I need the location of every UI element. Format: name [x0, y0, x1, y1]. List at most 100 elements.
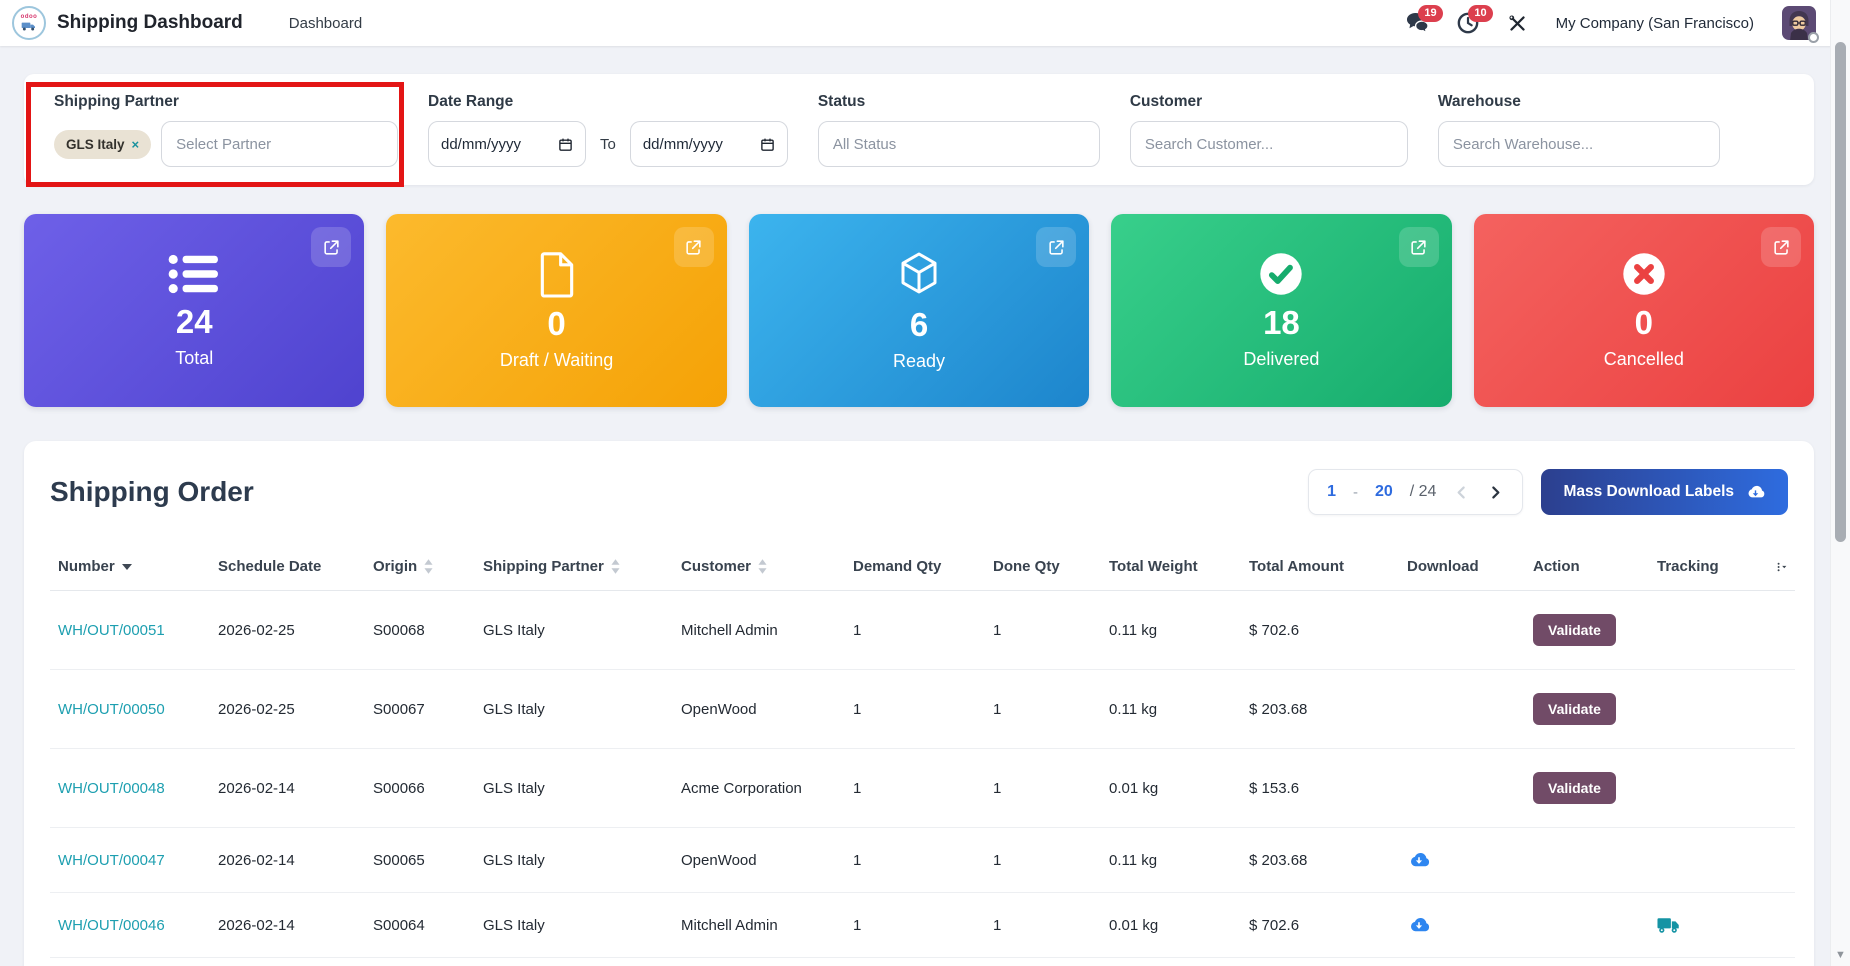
file-icon: [535, 250, 579, 298]
cell-action: [1525, 893, 1649, 958]
order-link[interactable]: WH/OUT/00046: [58, 917, 165, 934]
partner-tag[interactable]: GLS Italy ×: [54, 130, 151, 159]
stat-card-draft-waiting[interactable]: 0 Draft / Waiting: [386, 214, 726, 407]
sort-icon: [758, 559, 767, 574]
cell-customer: Acme Corporation: [673, 749, 845, 828]
column-header-download[interactable]: Download: [1399, 543, 1525, 591]
cell-options: [1761, 958, 1795, 966]
pagination-end[interactable]: 20: [1375, 483, 1393, 501]
cell-done-qty: 1: [985, 828, 1101, 893]
cell-schedule-date: 2026-02-14: [210, 828, 365, 893]
cell-origin: S00066: [365, 749, 475, 828]
open-external-button[interactable]: [311, 227, 351, 267]
user-avatar[interactable]: [1782, 6, 1816, 40]
cube-icon: [895, 249, 943, 299]
partner-tag-remove-icon[interactable]: ×: [132, 137, 140, 152]
stat-card-ready[interactable]: 6 Ready: [749, 214, 1089, 407]
validate-button[interactable]: Validate: [1533, 772, 1616, 804]
external-link-icon: [1047, 238, 1066, 257]
date-from-input[interactable]: dd/mm/yyyy: [428, 121, 586, 167]
order-link[interactable]: WH/OUT/00048: [58, 780, 165, 797]
cell-shipping-partner: GLS Italy: [475, 670, 673, 749]
pagination-next-button[interactable]: [1487, 484, 1504, 501]
cell-options: [1761, 828, 1795, 893]
date-to-input[interactable]: dd/mm/yyyy: [630, 121, 788, 167]
app-title: Shipping Dashboard: [57, 12, 243, 34]
pagination-start[interactable]: 1: [1327, 483, 1336, 501]
table-row: WH/OUT/00048 2026-02-14 S00066 GLS Italy…: [50, 749, 1795, 828]
cell-tracking: [1649, 670, 1761, 749]
cell-origin: S00068: [365, 591, 475, 670]
cell-customer: Mitchell Admin: [673, 591, 845, 670]
column-header-demand-qty[interactable]: Demand Qty: [845, 543, 985, 591]
column-header-number[interactable]: Number: [50, 543, 210, 591]
shipping-order-panel: Shipping Order 1 - 20 / 24 Mass Download…: [24, 441, 1814, 966]
activities-button[interactable]: 10: [1457, 12, 1479, 34]
status-label: Status: [818, 92, 1100, 111]
open-external-button[interactable]: [1761, 227, 1801, 267]
column-header-action[interactable]: Action: [1525, 543, 1649, 591]
stat-card-delivered[interactable]: 18 Delivered: [1111, 214, 1451, 407]
activities-badge: 10: [1468, 5, 1492, 22]
sort-desc-icon: [122, 564, 132, 570]
date-range-label: Date Range: [428, 92, 788, 111]
cell-options: [1761, 591, 1795, 670]
table-header-row: NumberSchedule DateOriginShipping Partne…: [50, 543, 1795, 591]
chevron-right-icon: [1487, 484, 1504, 501]
validate-button[interactable]: Validate: [1533, 614, 1616, 646]
column-header-customer[interactable]: Customer: [673, 543, 845, 591]
company-switcher[interactable]: My Company (San Francisco): [1556, 15, 1754, 32]
cell-schedule-date: 2026-02-25: [210, 591, 365, 670]
validate-button[interactable]: Validate: [1533, 693, 1616, 725]
filter-customer: Customer: [1130, 92, 1408, 167]
cell-done-qty: 1: [985, 893, 1101, 958]
filter-bar: Shipping Partner GLS Italy × Date Range …: [24, 74, 1814, 185]
cell-schedule-date: 2026-02-25: [210, 670, 365, 749]
column-header-origin[interactable]: Origin: [365, 543, 475, 591]
open-external-button[interactable]: [1399, 227, 1439, 267]
partner-tag-label: GLS Italy: [66, 137, 125, 152]
page-scrollbar[interactable]: ▼: [1830, 0, 1850, 966]
cloud-download-icon: [1407, 916, 1431, 934]
stat-card-total[interactable]: 24 Total: [24, 214, 364, 407]
column-header-schedule-date[interactable]: Schedule Date: [210, 543, 365, 591]
column-header-shipping-partner[interactable]: Shipping Partner: [475, 543, 673, 591]
column-header-done-qty[interactable]: Done Qty: [985, 543, 1101, 591]
column-header-tracking[interactable]: Tracking: [1649, 543, 1761, 591]
open-external-button[interactable]: [674, 227, 714, 267]
column-options-button[interactable]: [1761, 543, 1795, 591]
cell-customer: Mitchell Admin: [673, 958, 845, 966]
column-header-total-weight[interactable]: Total Weight: [1101, 543, 1241, 591]
pagination-prev-button[interactable]: [1453, 484, 1470, 501]
odoo-logo-icon[interactable]: odoo: [12, 6, 46, 40]
stat-card-cancelled[interactable]: 0 Cancelled: [1474, 214, 1814, 407]
menu-dashboard[interactable]: Dashboard: [289, 15, 362, 32]
open-external-button[interactable]: [1036, 227, 1076, 267]
customer-label: Customer: [1130, 92, 1408, 111]
scrollbar-down-arrow[interactable]: ▼: [1831, 950, 1850, 960]
external-link-icon: [1409, 238, 1428, 257]
column-options-icon: [1776, 560, 1787, 574]
messages-button[interactable]: 19: [1406, 12, 1429, 34]
warehouse-search-input[interactable]: [1438, 121, 1720, 167]
order-link[interactable]: WH/OUT/00047: [58, 852, 165, 869]
customer-search-input[interactable]: [1130, 121, 1408, 167]
navbar: odoo Shipping Dashboard Dashboard 19 10: [0, 0, 1850, 46]
tools-icon: [1507, 13, 1528, 34]
status-input[interactable]: [818, 121, 1100, 167]
order-link[interactable]: WH/OUT/00051: [58, 622, 165, 639]
cloud-download-icon: [1745, 484, 1766, 500]
tools-button[interactable]: [1507, 13, 1528, 34]
order-link[interactable]: WH/OUT/00050: [58, 701, 165, 718]
stat-label: Cancelled: [1604, 349, 1684, 370]
scrollbar-thumb[interactable]: [1835, 42, 1846, 542]
cell-schedule-date: 2026-02-14: [210, 893, 365, 958]
mass-download-labels-button[interactable]: Mass Download Labels: [1541, 469, 1788, 515]
download-label-button[interactable]: [1407, 851, 1431, 869]
cell-customer: OpenWood: [673, 828, 845, 893]
tracking-truck-button[interactable]: [1657, 916, 1680, 934]
cell-shipping-partner: GLS Italy: [475, 591, 673, 670]
column-header-total-amount[interactable]: Total Amount: [1241, 543, 1399, 591]
download-label-button[interactable]: [1407, 916, 1431, 934]
partner-select-input[interactable]: [161, 121, 398, 167]
